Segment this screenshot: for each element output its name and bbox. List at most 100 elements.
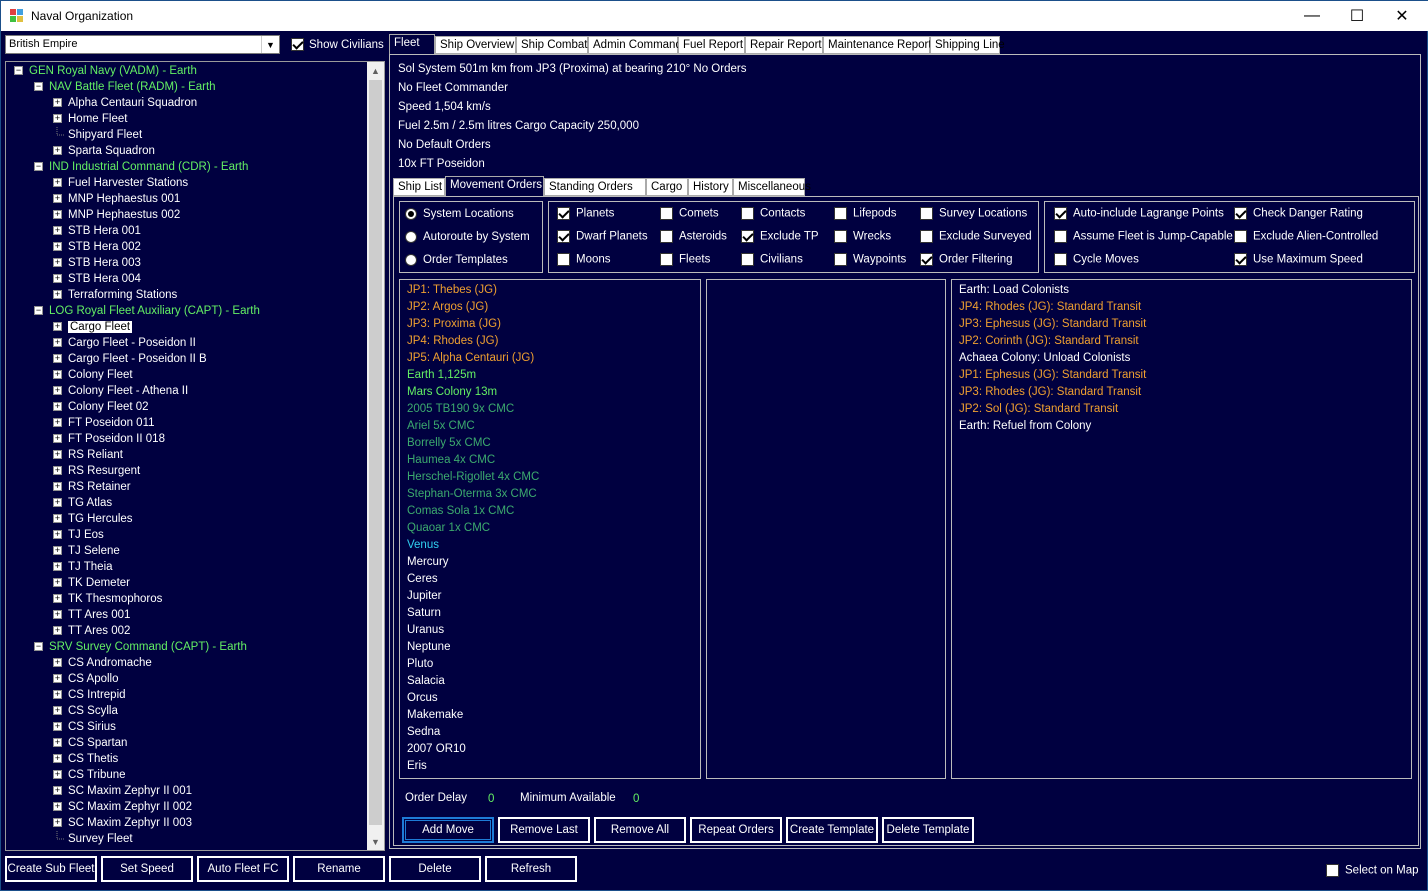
list-item[interactable]: Sedna — [407, 724, 440, 741]
collapse-icon[interactable]: − — [34, 162, 43, 172]
tree-node[interactable]: + Sparta Squadron — [53, 143, 155, 159]
list-item[interactable]: Pluto — [407, 656, 433, 673]
checkbox-icon[interactable] — [291, 38, 304, 51]
checkbox-icon[interactable] — [557, 230, 570, 243]
tree-node[interactable]: + STB Hera 003 — [53, 255, 141, 271]
expand-icon[interactable]: + — [53, 530, 62, 540]
tree-node[interactable]: + CS Apollo — [53, 671, 119, 687]
expand-icon[interactable]: + — [53, 562, 62, 572]
locations-list[interactable]: JP1: Thebes (JG) JP2: Argos (JG) JP3: Prox… — [399, 279, 701, 779]
option-checkbox[interactable]: Exclude Alien-Controlled — [1234, 230, 1378, 243]
tree-node[interactable]: − SRV Survey Command (CAPT) - Earth — [34, 639, 247, 655]
list-item[interactable]: Orcus — [407, 690, 438, 707]
rename-button[interactable]: Rename — [293, 856, 385, 882]
tree-node[interactable]: + SC Maxim Zephyr II 002 — [53, 799, 192, 815]
tree-node[interactable]: + Cargo Fleet - Poseidon II — [53, 335, 196, 351]
collapse-icon[interactable]: − — [34, 642, 43, 652]
filter-checkbox[interactable]: Waypoints — [834, 253, 906, 266]
expand-icon[interactable]: + — [53, 418, 62, 428]
chevron-down-icon[interactable]: ▼ — [261, 36, 279, 53]
tree-node[interactable]: + TK Thesmophoros — [53, 591, 162, 607]
tree-node[interactable]: + TT Ares 002 — [53, 623, 130, 639]
list-item[interactable]: 2005 TB190 9x CMC — [407, 401, 514, 418]
expand-icon[interactable]: + — [53, 370, 62, 380]
list-item[interactable]: Jupiter — [407, 588, 442, 605]
tree-node[interactable]: + Home Fleet — [53, 111, 127, 127]
checkbox-icon[interactable] — [834, 230, 847, 243]
tree-node[interactable]: + FT Poseidon II 018 — [53, 431, 165, 447]
list-item[interactable]: JP2: Sol (JG): Standard Transit — [959, 401, 1118, 418]
expand-icon[interactable]: + — [53, 146, 62, 156]
option-checkbox[interactable]: Auto-include Lagrange Points — [1054, 207, 1224, 220]
expand-icon[interactable]: + — [53, 738, 62, 748]
remove-last-button[interactable]: Remove Last — [498, 817, 590, 843]
checkbox-icon[interactable] — [557, 253, 570, 266]
expand-icon[interactable]: + — [53, 274, 62, 284]
tree-node[interactable]: + Colony Fleet 02 — [53, 399, 149, 415]
checkbox-icon[interactable] — [1326, 864, 1339, 877]
list-item[interactable]: Earth: Refuel from Colony — [959, 418, 1091, 435]
list-item[interactable]: Herschel-Rigollet 4x CMC — [407, 469, 539, 486]
collapse-icon[interactable]: − — [34, 306, 43, 316]
tree-node[interactable]: + STB Hera 004 — [53, 271, 141, 287]
list-item[interactable]: Eris — [407, 758, 427, 775]
list-item[interactable]: JP2: Argos (JG) — [407, 299, 488, 316]
tree-node[interactable]: + SC Maxim Zephyr II 001 — [53, 783, 192, 799]
filter-checkbox[interactable]: Order Filtering — [920, 253, 1013, 266]
filter-checkbox[interactable]: Lifepods — [834, 207, 896, 220]
tab-repair-report[interactable]: Repair Report — [745, 36, 823, 54]
tree-node[interactable]: + TJ Selene — [53, 543, 120, 559]
tab-fuel-report[interactable]: Fuel Report — [678, 36, 745, 54]
list-item[interactable]: Mars Colony 13m — [407, 384, 497, 401]
fleet-tree[interactable]: − GEN Royal Navy (VADM) - Earth − NAV Battl… — [5, 61, 385, 851]
set-speed-button[interactable]: Set Speed — [101, 856, 193, 882]
tab-shipping-line[interactable]: Shipping Line — [930, 36, 1005, 54]
tree-node[interactable]: − IND Industrial Command (CDR) - Earth — [34, 159, 248, 175]
scroll-down-icon[interactable]: ▼ — [367, 833, 384, 850]
tree-node[interactable]: + SC Maxim Zephyr II 003 — [53, 815, 192, 831]
expand-icon[interactable]: + — [53, 498, 62, 508]
tree-node[interactable]: + TT Ares 001 — [53, 607, 130, 623]
checkbox-icon[interactable] — [660, 230, 673, 243]
filter-checkbox[interactable]: Exclude TP — [741, 230, 819, 243]
expand-icon[interactable]: + — [53, 434, 62, 444]
expand-icon[interactable]: + — [53, 546, 62, 556]
list-item[interactable]: Mercury — [407, 554, 449, 571]
filter-checkbox[interactable]: Survey Locations — [920, 207, 1027, 220]
list-item[interactable]: Earth 1,125m — [407, 367, 476, 384]
tree-node[interactable]: − NAV Battle Fleet (RADM) - Earth — [34, 79, 216, 95]
checkbox-icon[interactable] — [920, 253, 933, 266]
tree-node[interactable]: + CS Spartan — [53, 735, 127, 751]
scroll-thumb[interactable] — [369, 80, 382, 825]
checkbox-icon[interactable] — [741, 207, 754, 220]
minimize-button[interactable]: — — [1289, 1, 1335, 31]
expand-icon[interactable]: + — [53, 626, 62, 636]
create-template-button[interactable]: Create Template — [786, 817, 878, 843]
checkbox-icon[interactable] — [660, 207, 673, 220]
expand-icon[interactable]: + — [53, 194, 62, 204]
list-item[interactable]: Comas Sola 1x CMC — [407, 503, 514, 520]
checkbox-icon[interactable] — [741, 253, 754, 266]
tree-node[interactable]: + CS Tribune — [53, 767, 126, 783]
filter-checkbox[interactable]: Asteroids — [660, 230, 727, 243]
expand-icon[interactable]: + — [53, 242, 62, 252]
filter-checkbox[interactable]: Contacts — [741, 207, 805, 220]
tree-node[interactable]: Shipyard Fleet — [53, 127, 142, 143]
delete-template-button[interactable]: Delete Template — [882, 817, 974, 843]
expand-icon[interactable]: + — [53, 610, 62, 620]
radio-icon[interactable] — [405, 208, 417, 220]
checkbox-icon[interactable] — [1234, 207, 1247, 220]
location-mode-radio[interactable]: Autoroute by System — [405, 231, 530, 243]
expand-icon[interactable]: + — [53, 690, 62, 700]
tree-node[interactable]: − LOG Royal Fleet Auxiliary (CAPT) - Eart… — [34, 303, 260, 319]
checkbox-icon[interactable] — [834, 207, 847, 220]
expand-icon[interactable]: + — [53, 178, 62, 188]
expand-icon[interactable]: + — [53, 578, 62, 588]
expand-icon[interactable]: + — [53, 482, 62, 492]
expand-icon[interactable]: + — [53, 290, 62, 300]
repeat-orders-button[interactable]: Repeat Orders — [690, 817, 782, 843]
list-item[interactable]: JP2: Corinth (JG): Standard Transit — [959, 333, 1139, 350]
checkbox-icon[interactable] — [741, 230, 754, 243]
list-item[interactable]: Haumea 4x CMC — [407, 452, 495, 469]
checkbox-icon[interactable] — [920, 230, 933, 243]
